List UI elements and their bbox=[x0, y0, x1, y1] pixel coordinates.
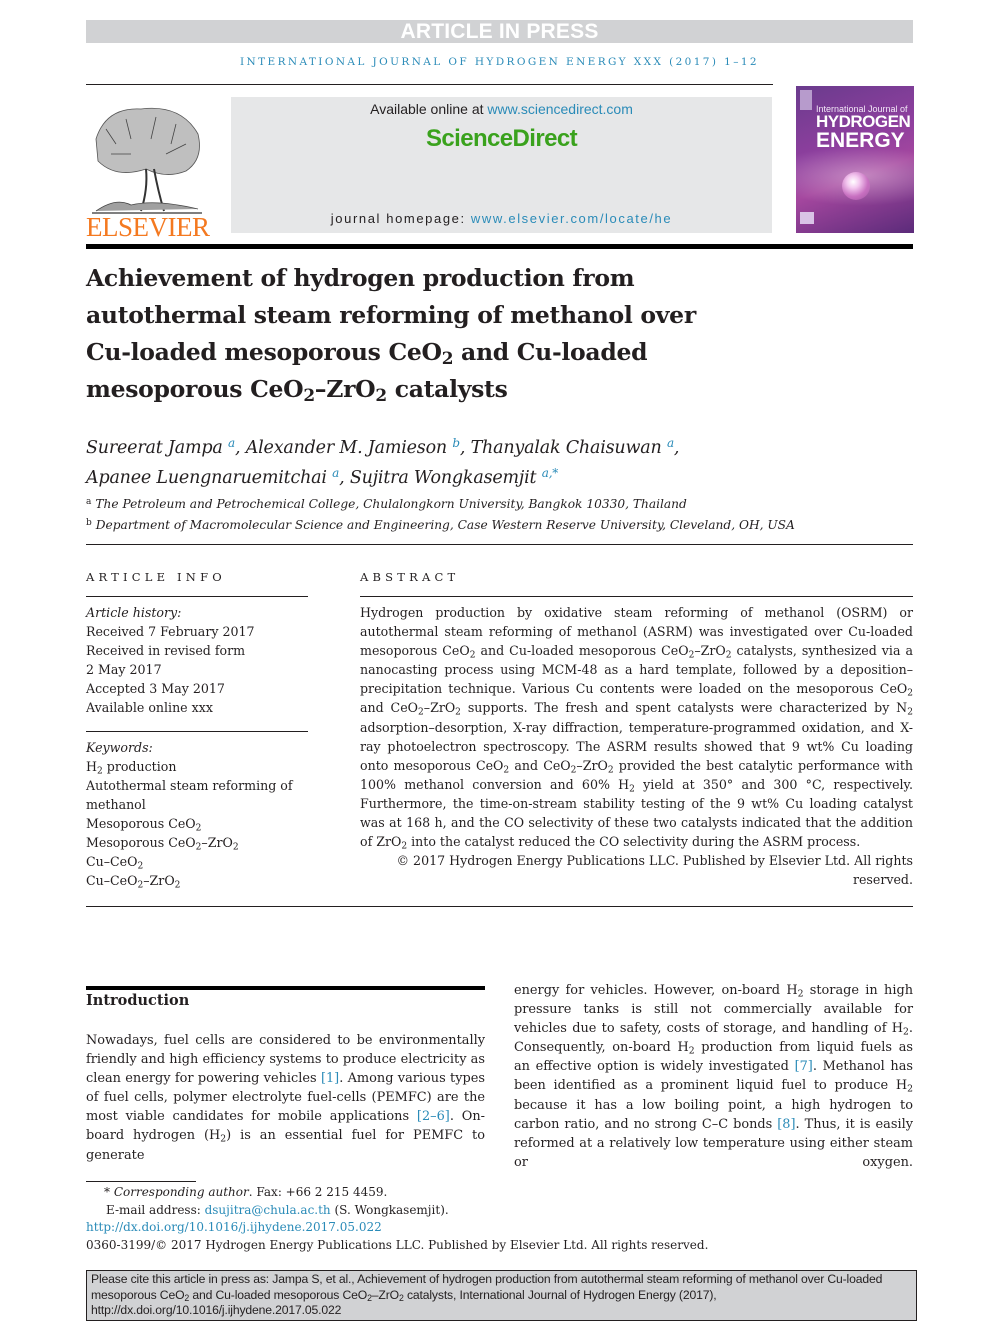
section-rule bbox=[86, 906, 913, 907]
cover-hydrogen-logo-icon bbox=[800, 212, 814, 224]
abstract-text: Hydrogen production by oxidative steam r… bbox=[360, 605, 913, 852]
reference-link[interactable]: [2–6] bbox=[417, 1109, 450, 1124]
history-item: Received in revised form bbox=[86, 643, 246, 658]
sciencedirect-logo: ScienceDirect bbox=[426, 125, 578, 152]
history-item: 2 May 2017 bbox=[86, 662, 162, 677]
section-rule bbox=[86, 544, 913, 545]
keyword-item: H2 production bbox=[86, 759, 177, 777]
title-line: Achievement of hydrogen production from bbox=[86, 264, 635, 292]
author-list: Sureerat Jampa a, Alexander M. Jamieson … bbox=[86, 436, 680, 488]
history-item: Received 7 February 2017 bbox=[86, 624, 255, 639]
affiliation-marker[interactable]: a bbox=[228, 436, 235, 450]
abstract-copyright: © 2017 Hydrogen Energy Publications LLC.… bbox=[396, 853, 913, 887]
keyword-item: methanol bbox=[86, 797, 146, 812]
reference-link[interactable]: [1] bbox=[321, 1071, 339, 1086]
history-item: Accepted 3 May 2017 bbox=[86, 681, 225, 696]
abstract-heading: ABSTRACT bbox=[360, 570, 460, 584]
citation-box: Please cite this article in press as: Ja… bbox=[86, 1270, 917, 1321]
affiliation-marker[interactable]: a bbox=[667, 436, 674, 450]
reference-link[interactable]: [8] bbox=[777, 1117, 795, 1132]
journal-homepage-link[interactable]: www.elsevier.com/locate/he bbox=[471, 211, 672, 226]
keyword-item: Mesoporous CeO2–ZrO2 bbox=[86, 835, 239, 853]
introduction-text-right: energy for vehicles. However, on-board H… bbox=[514, 983, 914, 1170]
cover-orb-graphic bbox=[842, 172, 870, 200]
keywords-rule bbox=[86, 731, 308, 732]
article-info-rule bbox=[86, 596, 308, 597]
author-name[interactable]: Thanyalak Chaisuwan bbox=[471, 438, 662, 458]
header-rule bbox=[86, 84, 773, 85]
cover-elsevier-icon bbox=[800, 90, 812, 110]
author-name[interactable]: Sujitra Wongkasemjit bbox=[350, 468, 537, 488]
corresponding-author-note: * Corresponding author. Fax: +66 2 215 4… bbox=[104, 1185, 388, 1199]
author-name[interactable]: Apanee Luengnaruemitchai bbox=[86, 468, 327, 488]
abstract-rule bbox=[360, 596, 913, 597]
affiliation-marker[interactable]: b bbox=[452, 436, 460, 450]
available-online-label: Available online at bbox=[370, 101, 488, 117]
keyword-item: Cu–CeO2–ZrO2 bbox=[86, 873, 181, 891]
elsevier-wordmark: ELSEVIER bbox=[86, 212, 210, 242]
introduction-rule bbox=[86, 986, 485, 990]
reference-link[interactable]: [7] bbox=[795, 1059, 813, 1074]
history-item: Available online xxx bbox=[86, 700, 213, 715]
introduction-heading: Introduction bbox=[86, 992, 190, 1009]
author-name[interactable]: Sureerat Jampa bbox=[86, 438, 223, 458]
title-line: Cu-loaded mesoporous CeO2 and Cu-loaded bbox=[86, 338, 648, 369]
journal-homepage-label: journal homepage: bbox=[330, 211, 471, 226]
article-in-press-banner: ARTICLE IN PRESS bbox=[86, 20, 913, 43]
issn-copyright: 0360-3199/© 2017 Hydrogen Energy Publica… bbox=[86, 1237, 709, 1252]
journal-cover-image: International Journal of HYDROGEN ENERGY bbox=[796, 86, 914, 233]
keywords-label: Keywords: bbox=[86, 740, 153, 755]
title-line: autothermal steam reforming of methanol … bbox=[86, 301, 696, 329]
sciencedirect-masthead: Available online at www.sciencedirect.co… bbox=[231, 97, 772, 233]
email-link[interactable]: dsujitra@chula.ac.th bbox=[205, 1203, 331, 1217]
keyword-item: Mesoporous CeO2 bbox=[86, 816, 202, 834]
keywords: Keywords: H2 production Autothermal stea… bbox=[86, 738, 316, 890]
title-line: mesoporous CeO2–ZrO2 catalysts bbox=[86, 375, 508, 406]
article-history-label: Article history: bbox=[86, 605, 182, 620]
affiliation-item: a The Petroleum and Petrochemical College… bbox=[86, 497, 687, 511]
article-history: Article history: Received 7 February 201… bbox=[86, 603, 316, 717]
cover-title-line3: ENERGY bbox=[816, 129, 905, 152]
affiliations: a The Petroleum and Petrochemical College… bbox=[86, 493, 886, 535]
keyword-item: Autothermal steam reforming of bbox=[86, 778, 293, 793]
introduction-text-left: Nowadays, fuel cells are considered to b… bbox=[86, 1033, 485, 1163]
footnote-rule bbox=[86, 1181, 196, 1182]
available-online-line: Available online at www.sciencedirect.co… bbox=[231, 101, 772, 117]
journal-homepage-line: journal homepage: www.elsevier.com/locat… bbox=[231, 211, 772, 226]
email-note: E-mail address: dsujitra@chula.ac.th (S.… bbox=[106, 1202, 449, 1217]
affiliation-item: b Department of Macromolecular Science an… bbox=[86, 518, 795, 532]
journal-running-header: INTERNATIONAL JOURNAL OF HYDROGEN ENERGY… bbox=[239, 56, 760, 68]
article-title: Achievement of hydrogen production from … bbox=[86, 260, 786, 408]
keyword-item: Cu–CeO2 bbox=[86, 854, 144, 872]
masthead-thick-rule bbox=[86, 244, 913, 249]
cover-title-line2: HYDROGEN bbox=[816, 112, 911, 131]
footnotes: * Corresponding author. Fax: +66 2 215 4… bbox=[86, 1184, 786, 1254]
author-name[interactable]: Alexander M. Jamieson bbox=[246, 438, 447, 458]
sciencedirect-link[interactable]: www.sciencedirect.com bbox=[487, 101, 633, 117]
doi-link[interactable]: http://dx.doi.org/10.1016/j.ijhydene.201… bbox=[86, 1220, 382, 1234]
article-info-heading: ARTICLE INFO bbox=[86, 570, 226, 584]
affiliation-marker[interactable]: a,* bbox=[542, 466, 559, 480]
